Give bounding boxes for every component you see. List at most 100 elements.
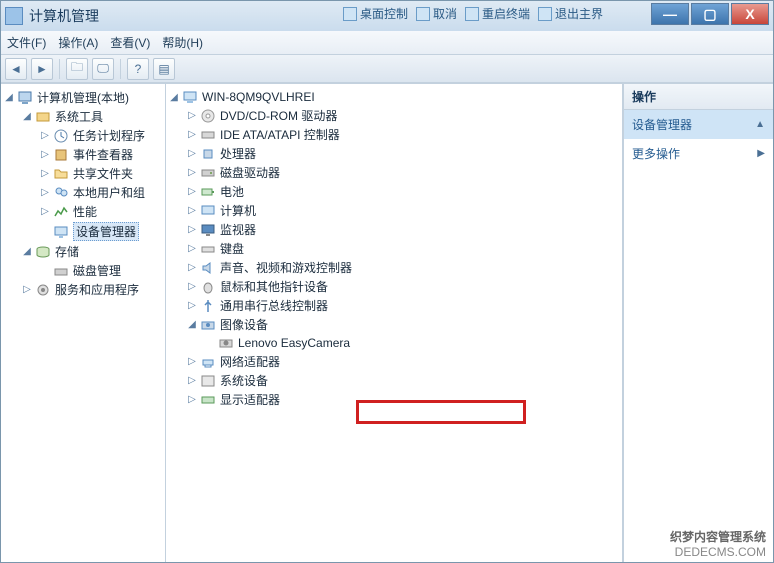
top-tools: 桌面控制 取消 重启终端 退出主界 bbox=[343, 5, 603, 22]
toolbar-button-2[interactable]: 🖵 bbox=[92, 58, 114, 80]
tool-exit[interactable]: 退出主界 bbox=[538, 5, 603, 22]
expand-icon[interactable]: ▷ bbox=[186, 281, 198, 293]
folder-icon bbox=[53, 166, 69, 182]
collapse-icon[interactable]: ◢ bbox=[21, 111, 33, 123]
dev-system[interactable]: ▷系统设备 bbox=[186, 371, 620, 390]
separator bbox=[59, 59, 60, 79]
collapse-icon[interactable]: ◢ bbox=[3, 92, 15, 104]
actions-selected[interactable]: 设备管理器 ▲ bbox=[624, 110, 773, 139]
menu-help[interactable]: 帮助(H) bbox=[162, 34, 203, 51]
pc-icon bbox=[200, 203, 216, 219]
event-icon bbox=[53, 147, 69, 163]
highlight-box bbox=[356, 400, 526, 424]
dev-imaging[interactable]: ◢图像设备 bbox=[186, 315, 620, 334]
tools-icon bbox=[35, 109, 51, 125]
expand-icon[interactable]: ▷ bbox=[186, 110, 198, 122]
tool-cancel[interactable]: 取消 bbox=[416, 5, 457, 22]
computer-mgmt-icon bbox=[17, 90, 33, 106]
tree-storage[interactable]: ◢存储 bbox=[21, 242, 163, 261]
monitor-icon bbox=[200, 222, 216, 238]
maximize-button[interactable]: ▢ bbox=[691, 3, 729, 25]
hdd-icon bbox=[200, 165, 216, 181]
expand-icon[interactable]: ▷ bbox=[186, 375, 198, 387]
perf-icon bbox=[53, 204, 69, 220]
tree-services-apps[interactable]: ▷服务和应用程序 bbox=[21, 280, 163, 299]
dev-mouse[interactable]: ▷鼠标和其他指针设备 bbox=[186, 277, 620, 296]
tree-device-manager[interactable]: 设备管理器 bbox=[39, 221, 163, 242]
expand-icon[interactable]: ▷ bbox=[21, 284, 33, 296]
system-icon bbox=[200, 373, 216, 389]
tool-icon bbox=[343, 7, 357, 21]
dev-ide[interactable]: ▷IDE ATA/ATAPI 控制器 bbox=[186, 125, 620, 144]
expand-icon[interactable]: ▷ bbox=[39, 168, 51, 180]
tree-performance[interactable]: ▷性能 bbox=[39, 202, 163, 221]
tree-shared-folders[interactable]: ▷共享文件夹 bbox=[39, 164, 163, 183]
expand-icon[interactable]: ▷ bbox=[186, 243, 198, 255]
expand-icon[interactable]: ▷ bbox=[186, 356, 198, 368]
dev-network[interactable]: ▷网络适配器 bbox=[186, 352, 620, 371]
dev-camera[interactable]: Lenovo EasyCamera bbox=[204, 334, 620, 352]
expand-icon[interactable]: ▷ bbox=[186, 205, 198, 217]
collapse-icon[interactable]: ◢ bbox=[186, 319, 198, 331]
expand-icon[interactable]: ▷ bbox=[186, 300, 198, 312]
ide-icon bbox=[200, 127, 216, 143]
expand-icon[interactable]: ▷ bbox=[186, 167, 198, 179]
menu-action[interactable]: 操作(A) bbox=[58, 34, 98, 51]
actions-more[interactable]: 更多操作 ▶ bbox=[624, 139, 773, 168]
tree-task-scheduler[interactable]: ▷任务计划程序 bbox=[39, 126, 163, 145]
display-adapter-icon bbox=[200, 392, 216, 408]
expand-icon[interactable]: ▷ bbox=[186, 186, 198, 198]
dev-keyboard[interactable]: ▷键盘 bbox=[186, 239, 620, 258]
device-mgr-icon bbox=[53, 224, 69, 240]
dev-usb[interactable]: ▷通用串行总线控制器 bbox=[186, 296, 620, 315]
tree-event-viewer[interactable]: ▷事件查看器 bbox=[39, 145, 163, 164]
expand-icon[interactable]: ▷ bbox=[186, 262, 198, 274]
storage-icon bbox=[35, 244, 51, 260]
dev-computer[interactable]: ▷计算机 bbox=[186, 201, 620, 220]
chevron-up-icon: ▲ bbox=[755, 119, 765, 130]
expand-icon[interactable]: ▷ bbox=[186, 224, 198, 236]
expand-icon[interactable]: ▷ bbox=[39, 130, 51, 142]
tree-disk-mgmt[interactable]: 磁盘管理 bbox=[39, 261, 163, 280]
titlebar: 计算机管理 桌面控制 取消 重启终端 退出主界 — ▢ X bbox=[1, 1, 773, 31]
dev-root[interactable]: ◢WIN-8QM9QVLHREI bbox=[168, 88, 620, 106]
toolbar-button-1[interactable]: 🗀 bbox=[66, 58, 88, 80]
tree-local-users[interactable]: ▷本地用户和组 bbox=[39, 183, 163, 202]
users-icon bbox=[53, 185, 69, 201]
dev-disk-drive[interactable]: ▷磁盘驱动器 bbox=[186, 163, 620, 182]
dev-cpu[interactable]: ▷处理器 bbox=[186, 144, 620, 163]
network-icon bbox=[200, 354, 216, 370]
collapse-icon[interactable]: ◢ bbox=[168, 91, 180, 103]
toolbar-button-4[interactable]: ▤ bbox=[153, 58, 175, 80]
toolbar-button-3[interactable]: ? bbox=[127, 58, 149, 80]
close-button[interactable]: X bbox=[731, 3, 769, 25]
minimize-button[interactable]: — bbox=[651, 3, 689, 25]
expand-icon[interactable]: ▷ bbox=[39, 149, 51, 161]
tree-root[interactable]: ◢ 计算机管理(本地) bbox=[3, 88, 163, 107]
left-tree-pane: ◢ 计算机管理(本地) ◢ 系统工具 ▷任务计划程序 ▷事件查看器 ▷共享文件夹… bbox=[1, 84, 166, 562]
separator bbox=[120, 59, 121, 79]
expand-icon[interactable]: ▷ bbox=[186, 148, 198, 160]
dev-monitor[interactable]: ▷监视器 bbox=[186, 220, 620, 239]
menu-view[interactable]: 查看(V) bbox=[110, 34, 150, 51]
dev-sound[interactable]: ▷声音、视频和游戏控制器 bbox=[186, 258, 620, 277]
expand-icon[interactable]: ▷ bbox=[39, 206, 51, 218]
expand-icon[interactable]: ▷ bbox=[186, 129, 198, 141]
collapse-icon[interactable]: ◢ bbox=[21, 246, 33, 258]
back-button[interactable]: ◄ bbox=[5, 58, 27, 80]
menu-file[interactable]: 文件(F) bbox=[7, 34, 46, 51]
tool-restart[interactable]: 重启终端 bbox=[465, 5, 530, 22]
forward-button[interactable]: ► bbox=[31, 58, 53, 80]
tree-system-tools[interactable]: ◢ 系统工具 bbox=[21, 107, 163, 126]
expand-icon[interactable]: ▷ bbox=[186, 394, 198, 406]
mouse-icon bbox=[200, 279, 216, 295]
dev-battery[interactable]: ▷电池 bbox=[186, 182, 620, 201]
dev-dvd[interactable]: ▷DVD/CD-ROM 驱动器 bbox=[186, 106, 620, 125]
tool-icon bbox=[416, 7, 430, 21]
menubar: 文件(F) 操作(A) 查看(V) 帮助(H) bbox=[1, 31, 773, 55]
tool-remote-control[interactable]: 桌面控制 bbox=[343, 5, 408, 22]
battery-icon bbox=[200, 184, 216, 200]
tool-icon bbox=[465, 7, 479, 21]
expand-icon[interactable]: ▷ bbox=[39, 187, 51, 199]
keyboard-icon bbox=[200, 241, 216, 257]
